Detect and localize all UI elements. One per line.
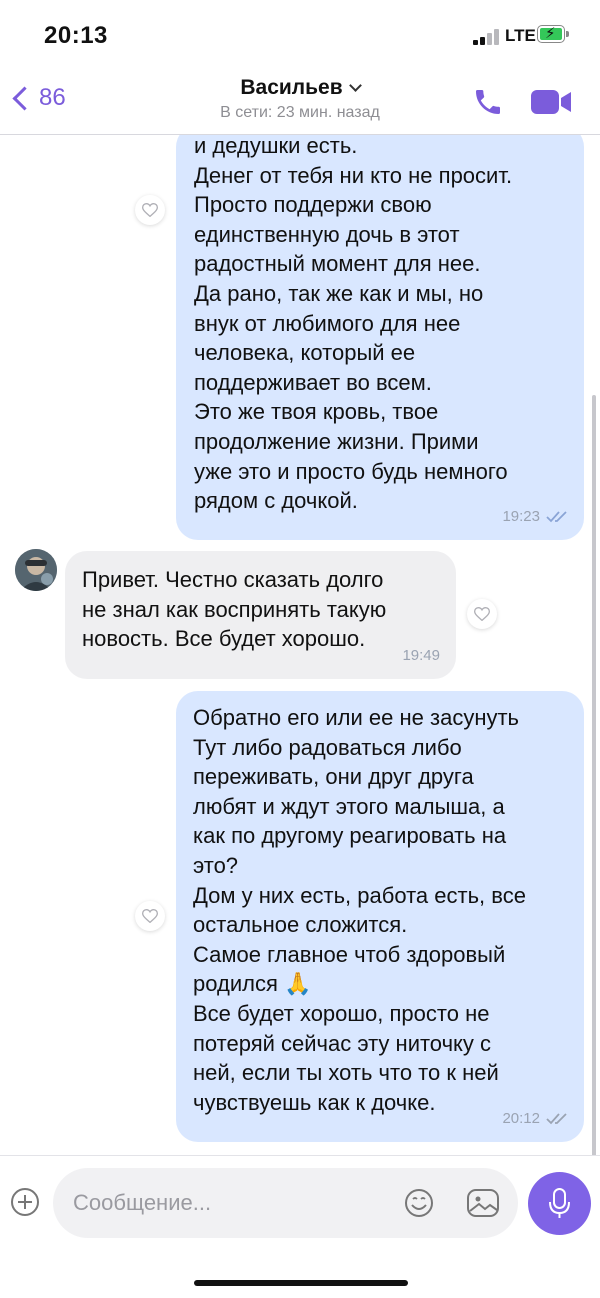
contact-name-label: Васильев [240,76,343,99]
message-meta: 19:23 [502,502,570,532]
battery-tip [566,31,569,37]
signal-icon [473,29,499,45]
message-time: 19:49 [402,647,440,665]
message-meta: 20:12 [502,1104,570,1134]
message-text: Привет. Честно сказать долго не знал как… [82,567,387,652]
network-type: LTE [505,26,536,45]
phone-icon[interactable] [472,86,504,118]
message-text: Обратно его или ее не засунуть Тут либо … [193,705,526,1115]
message-time: 20:12 [502,1110,540,1128]
chat-header: 86 Васильев В сети: 23 мин. назад [0,70,600,135]
status-bar: 20:13 LTE ⚡ [0,0,600,70]
message-input[interactable]: Сообщение... [53,1168,518,1238]
scrollbar[interactable] [592,395,596,1155]
video-call-icon[interactable] [530,88,572,116]
like-heart-icon[interactable] [467,599,497,629]
microphone-icon [549,1188,570,1218]
outgoing-message[interactable]: и дедушки есть. Денег от тебя ни кто не … [176,135,584,540]
sticker-icon[interactable] [466,1187,500,1219]
like-heart-icon[interactable] [135,195,165,225]
emoji-icon[interactable] [404,1188,434,1218]
read-ticks-icon [546,511,567,523]
message-time: 19:23 [502,508,540,526]
incoming-message[interactable]: Привет. Честно сказать долго не знал как… [65,551,456,679]
outgoing-message[interactable]: Обратно его или ее не засунуть Тут либо … [176,691,584,1142]
battery-icon: ⚡ [537,25,565,43]
contact-name[interactable]: Васильев [0,76,600,100]
message-meta: 19:49 [402,641,440,671]
message-text: и дедушки есть. Денег от тебя ни кто не … [194,135,513,514]
message-composer: Сообщение... [0,1155,600,1298]
contact-status: В сети: 23 мин. назад [220,104,380,121]
message-list[interactable]: и дедушки есть. Денег от тебя ни кто не … [0,135,600,1155]
status-time: 20:13 [44,22,108,49]
avatar[interactable] [15,549,57,591]
like-heart-icon[interactable] [135,901,165,931]
home-indicator[interactable] [194,1280,408,1286]
microphone-button[interactable] [528,1172,591,1235]
message-placeholder: Сообщение... [73,1190,212,1215]
plus-icon[interactable] [11,1188,39,1216]
chevron-down-icon [348,79,362,92]
read-ticks-icon [546,1113,567,1125]
